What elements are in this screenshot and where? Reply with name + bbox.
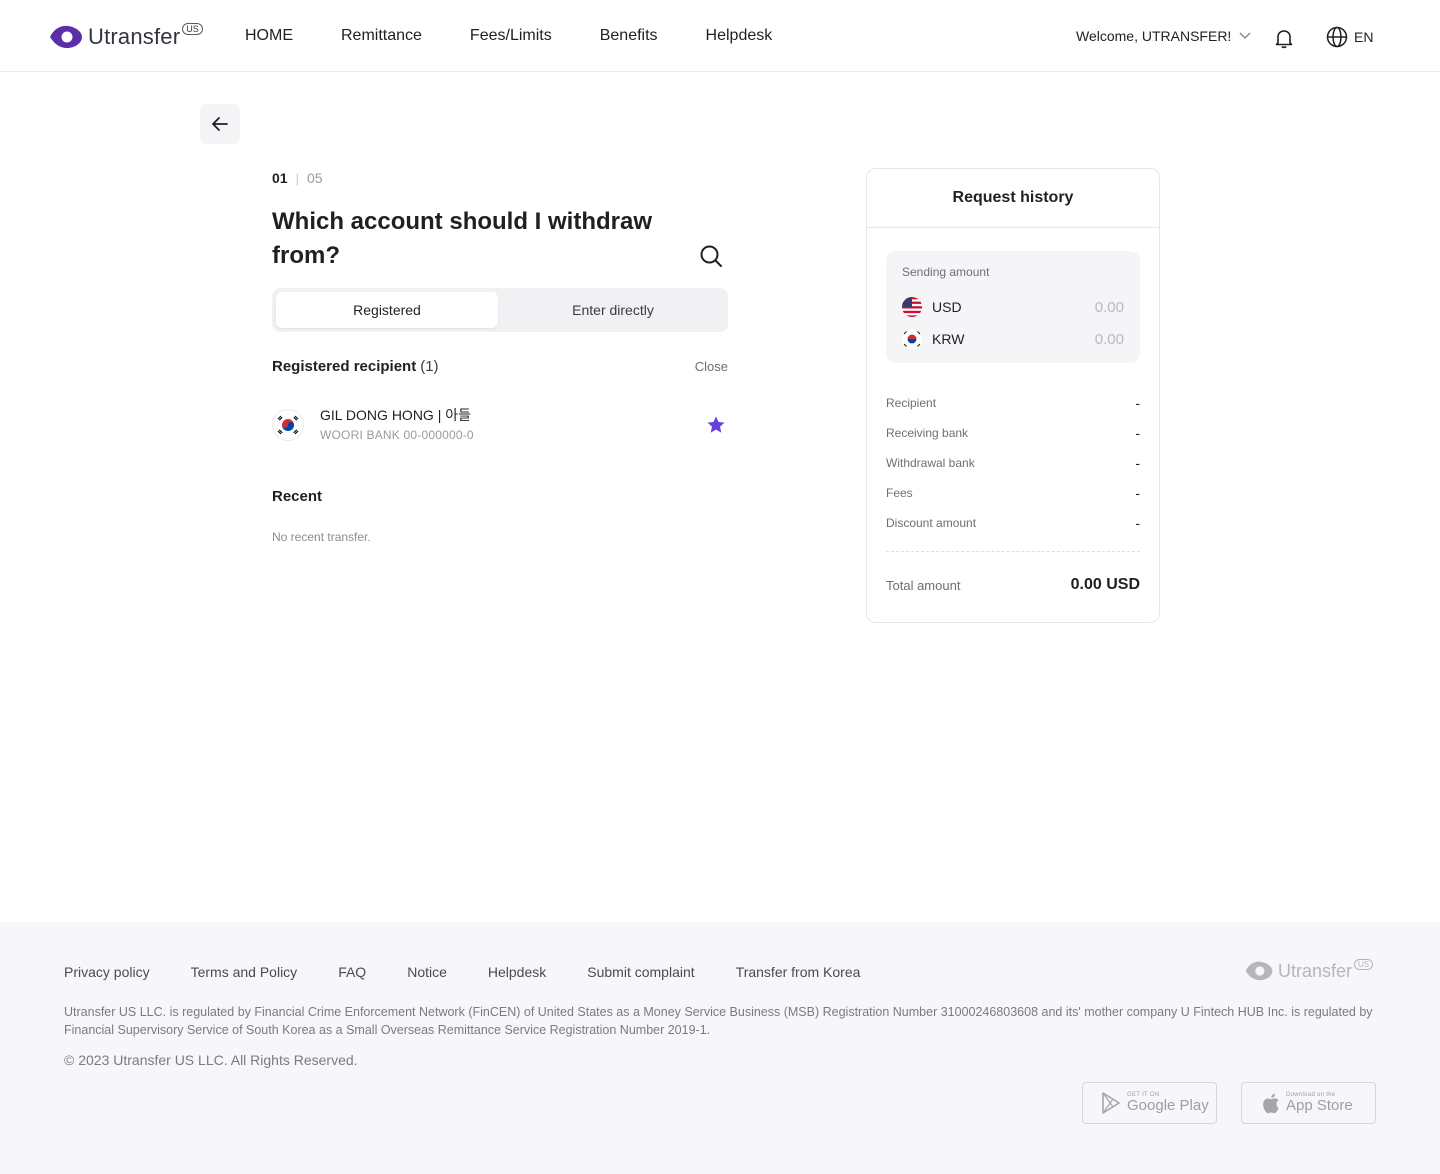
chevron-down-icon [1239,32,1251,40]
nav-helpdesk[interactable]: Helpdesk [706,27,773,45]
main-nav: HOME Remittance Fees/Limits Benefits Hel… [245,0,820,72]
usd-amount: 0.00 [1094,298,1124,316]
total-value: 0.00 USD [1070,576,1140,593]
google-play-button[interactable]: GET IT ON Google Play [1082,1082,1217,1124]
sending-amount-box: Sending amount USD 0.00 KRW 0.00 [886,251,1140,363]
total-label: Total amount [886,577,961,593]
footer-legal-text: Utransfer US LLC. is regulated by Financ… [64,1005,1373,1037]
summary-row-receiving-bank: Receiving bank - [886,418,1140,448]
back-button[interactable] [200,104,240,144]
krw-row: KRW 0.00 [902,328,1124,350]
registered-recipient-title: Registered recipient [272,358,417,375]
language-label: EN [1354,29,1374,45]
registered-recipient-header: Registered recipient (1) Close [272,358,728,375]
summary-row-withdrawal-bank: Withdrawal bank - [886,448,1140,478]
footer: Privacy policy Terms and Policy FAQ Noti… [0,922,1440,1174]
bell-icon[interactable] [1272,26,1296,50]
step-total: 05 [306,170,323,186]
nav-home[interactable]: HOME [245,27,293,45]
nav-benefits[interactable]: Benefits [600,27,658,45]
footer-link-helpdesk[interactable]: Helpdesk [488,964,546,980]
summary-value: - [1135,425,1140,441]
summary-value: - [1135,515,1140,531]
korea-flag-small-icon [902,329,922,349]
app-store-button[interactable]: Download on the App Store [1241,1082,1376,1124]
summary-value: - [1135,455,1140,471]
footer-link-terms[interactable]: Terms and Policy [191,964,298,980]
recent-empty-message: No recent transfer. [272,530,371,544]
page-title: Which account should I withdraw from? [272,208,653,269]
logo-us-badge: US [182,23,203,35]
summary-value: - [1135,485,1140,501]
summary-row-discount: Discount amount - [886,508,1140,538]
recipient-account: WOORI BANK 00-000000-0 [320,428,474,442]
krw-amount: 0.00 [1094,330,1124,348]
summary-rows: Recipient - Receiving bank - Withdrawal ba… [886,388,1140,538]
step-indicator: 01 | 05 [272,170,323,186]
tab-registered[interactable]: Registered [276,292,498,328]
summary-value: - [1135,395,1140,411]
footer-link-transfer-korea[interactable]: Transfer from Korea [736,964,861,980]
google-play-text: Google Play [1127,1097,1209,1114]
registered-recipient-heading: Registered recipient (1) [272,358,439,375]
utransfer-logo[interactable]: Utransfer US [48,23,203,50]
nav-fees-limits[interactable]: Fees/Limits [470,27,552,45]
us-flag-icon [902,297,922,317]
footer-copyright: © 2023 Utransfer US LLC. All Rights Rese… [64,1052,358,1068]
total-row: Total amount 0.00 USD [886,576,1140,594]
close-button[interactable]: Close [695,359,728,374]
usd-code: USD [932,299,962,315]
footer-link-privacy[interactable]: Privacy policy [64,964,150,980]
korea-flag-icon [272,409,304,441]
footer-link-notice[interactable]: Notice [407,964,447,980]
apple-icon [1263,1093,1279,1114]
footer-logo-text: Utransfer [1278,960,1353,981]
summary-label: Withdrawal bank [886,456,975,470]
recipient-name: GIL DONG HONG | 아들 [320,407,472,423]
footer-logo: Utransfer US [1244,958,1374,982]
summary-label: Recipient [886,396,937,410]
arrow-left-icon [212,117,228,131]
step-current: 01 [272,170,288,186]
footer-logo-badge: US [1354,958,1374,970]
summary-label: Fees [886,486,913,500]
top-navigation-bar: Utransfer US HOME Remittance Fees/Limits… [0,0,1440,72]
summary-row-fees: Fees - [886,478,1140,508]
summary-divider [886,551,1140,552]
recipient-source-tabs: Registered Enter directly [272,288,728,332]
footer-links: Privacy policy Terms and Policy FAQ Noti… [64,964,901,980]
footer-link-faq[interactable]: FAQ [338,964,366,980]
sending-amount-label: Sending amount [902,265,990,279]
google-play-icon [1102,1092,1120,1114]
globe-icon [1326,26,1348,48]
request-history-title: Request history [866,168,1160,228]
search-icon[interactable] [698,243,724,269]
tab-enter-directly[interactable]: Enter directly [502,292,724,328]
step-separator: | [295,170,299,186]
app-store-text: App Store [1286,1097,1353,1114]
favorite-star-icon[interactable] [706,415,726,435]
summary-label: Discount amount [886,516,977,530]
recipient-item[interactable]: GIL DONG HONG | 아들 WOORI BANK 00-000000-… [272,404,728,448]
krw-code: KRW [932,331,965,347]
summary-label: Receiving bank [886,426,969,440]
footer-link-complaint[interactable]: Submit complaint [587,964,694,980]
usd-row: USD 0.00 [902,296,1124,318]
request-history-panel: Sending amount USD 0.00 KRW 0.00 Recipie… [866,227,1160,623]
welcome-text: Welcome, UTRANSFER! [1076,28,1232,44]
user-menu[interactable]: Welcome, UTRANSFER! [1076,28,1251,44]
registered-recipient-count: (1) [420,358,439,375]
nav-remittance[interactable]: Remittance [341,27,422,45]
utransfer-logo-gray-icon [1245,961,1273,981]
recent-heading: Recent [272,488,323,505]
logo-text: Utransfer [88,24,181,49]
summary-row-recipient: Recipient - [886,388,1140,418]
language-selector[interactable]: EN [1326,26,1373,48]
utransfer-logo-icon [50,25,82,48]
